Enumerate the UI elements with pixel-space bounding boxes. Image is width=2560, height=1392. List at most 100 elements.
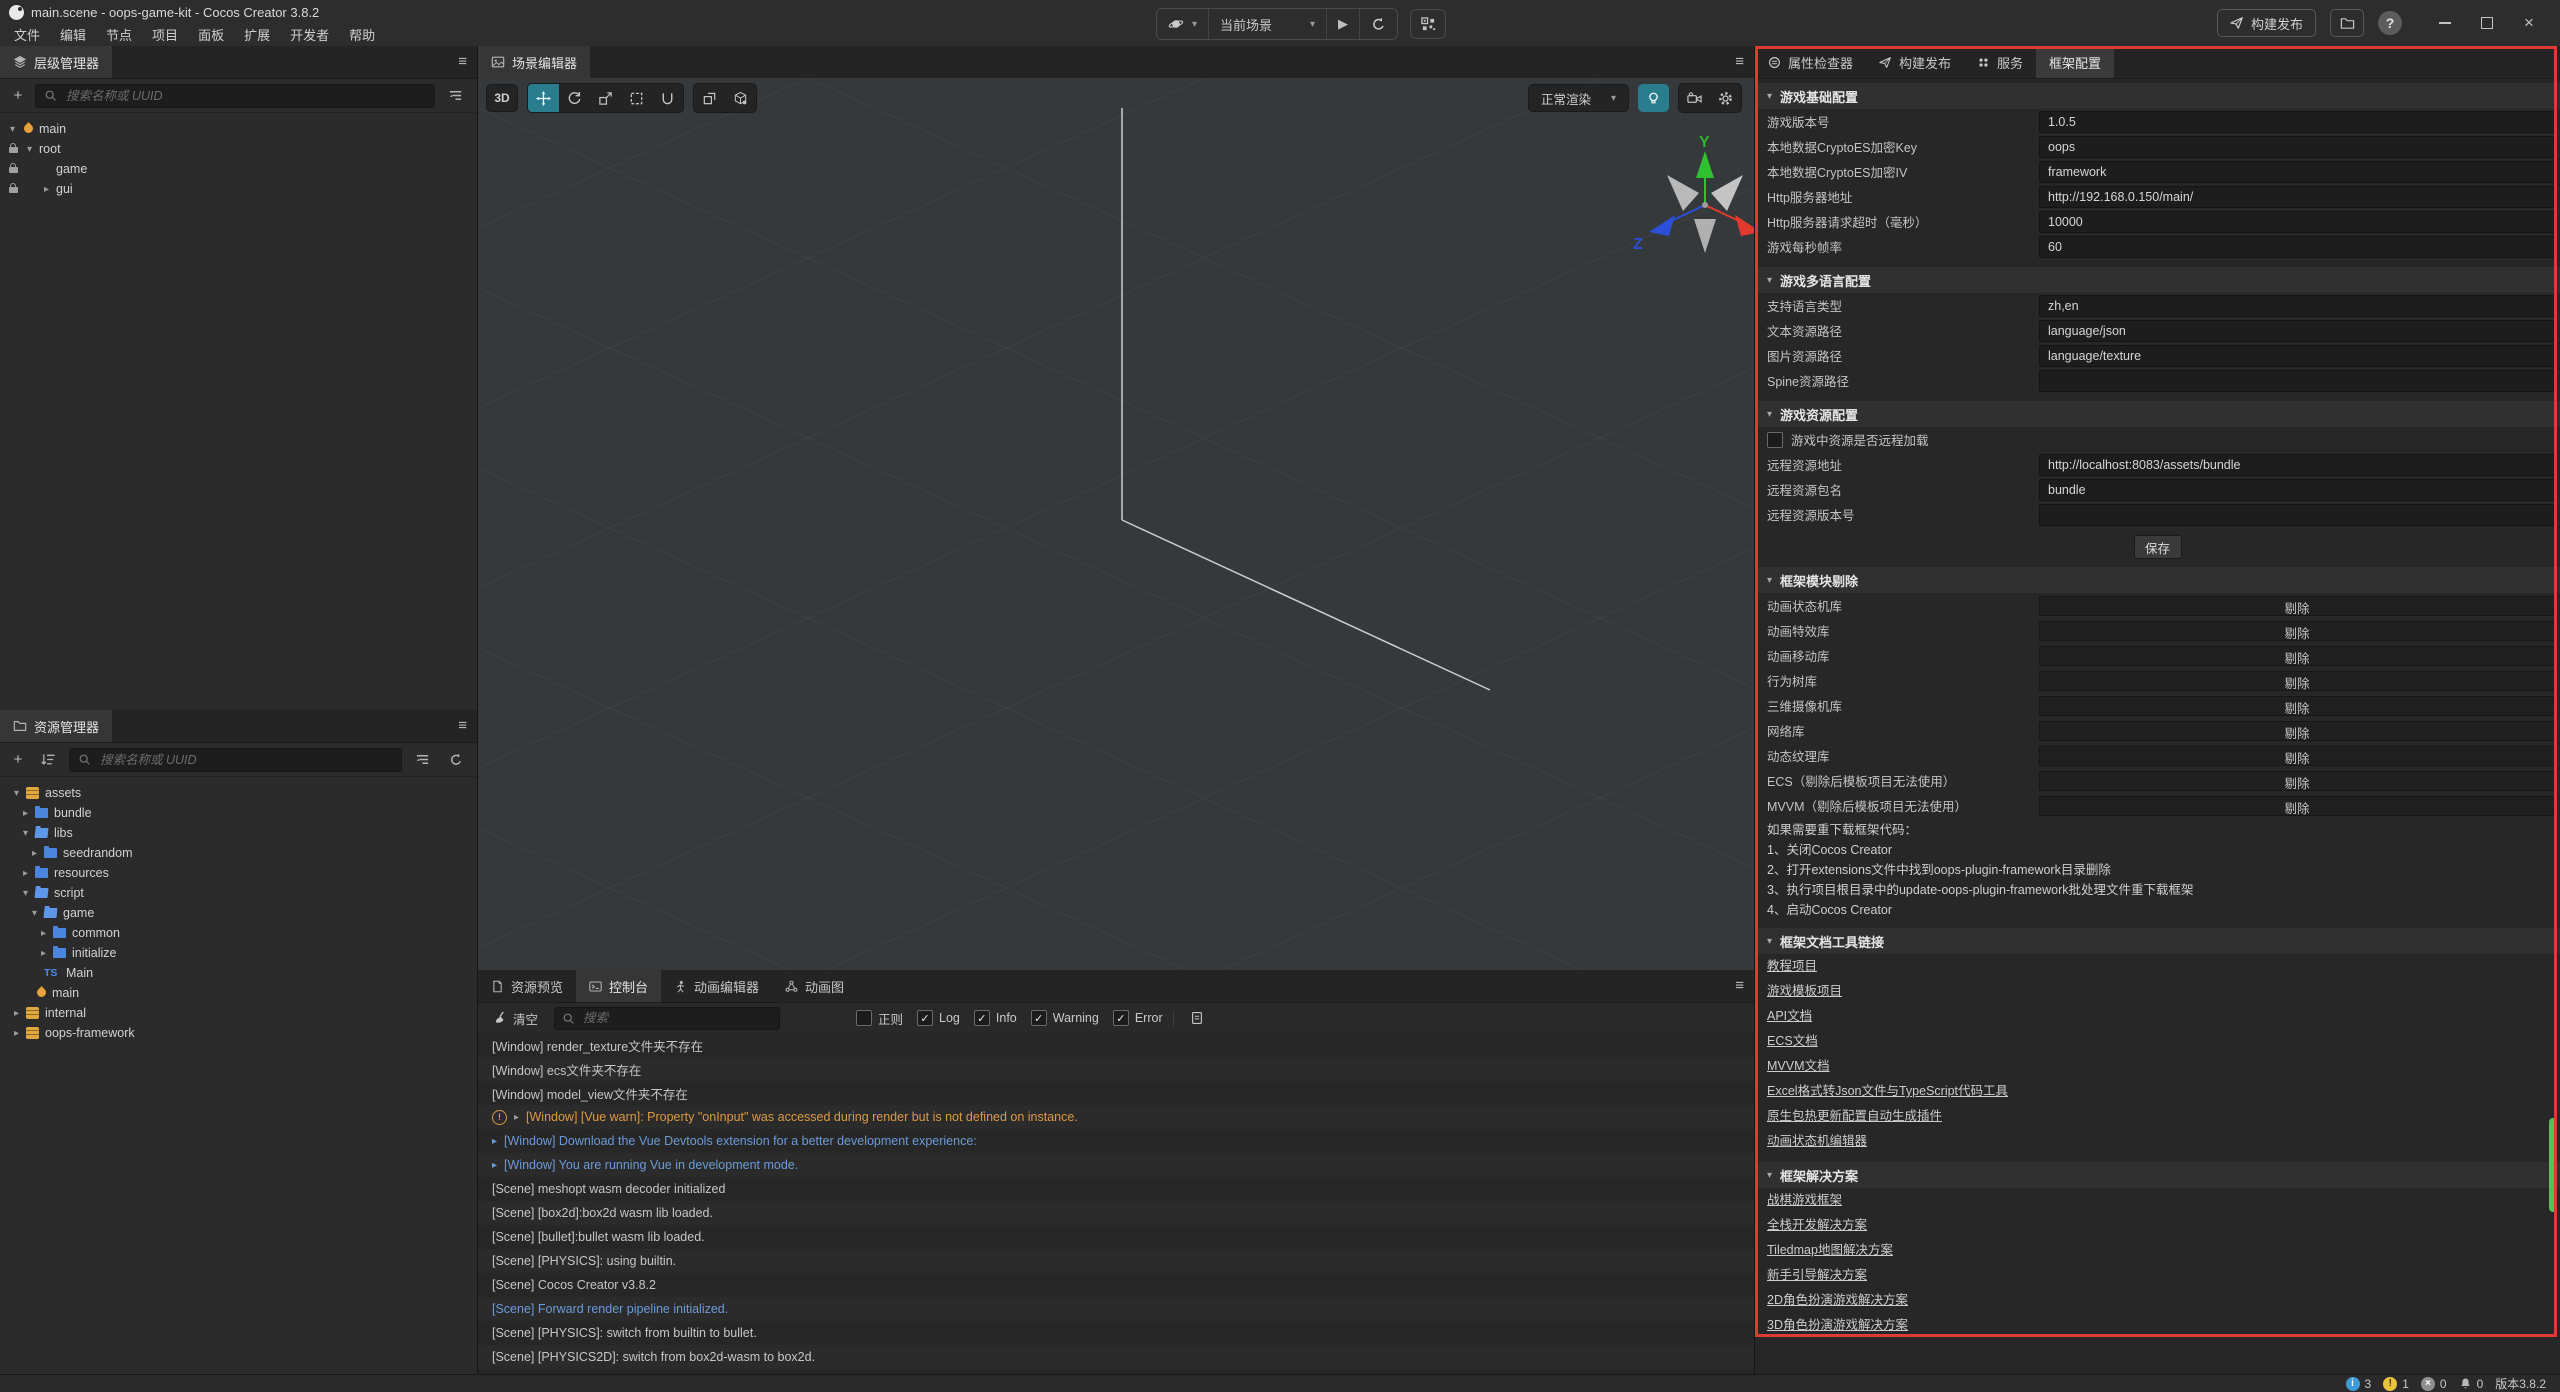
doc-link[interactable]: Tiledmap地图解决方案: [1767, 1238, 1893, 1263]
collapse-log-button[interactable]: [1184, 1010, 1210, 1026]
asset-tree-node[interactable]: main: [0, 983, 477, 1003]
open-project-folder-button[interactable]: [2330, 9, 2364, 37]
section-module-trim[interactable]: ▾ 框架模块剔除: [1755, 567, 2560, 593]
hierarchy-tree-node[interactable]: ▸gui: [0, 179, 477, 199]
delete-module-button[interactable]: 剔除: [2039, 596, 2555, 616]
delete-module-button[interactable]: 剔除: [2039, 671, 2555, 691]
scale-tool-button[interactable]: [590, 84, 621, 112]
maximize-button[interactable]: [2466, 7, 2508, 39]
checkbox-icon[interactable]: ✓: [1031, 1010, 1047, 1026]
checkbox-icon[interactable]: ✓: [974, 1010, 990, 1026]
tree-chevron-icon[interactable]: ▸: [23, 868, 35, 879]
tab-hierarchy[interactable]: 层级管理器: [0, 46, 112, 78]
info-count[interactable]: i 3: [2346, 1377, 2372, 1391]
create-node-button[interactable]: +: [8, 86, 28, 106]
doc-link[interactable]: API文档: [1767, 1004, 1812, 1029]
doc-link[interactable]: MVVM文档: [1767, 1054, 1830, 1079]
preview-qr-button[interactable]: [1410, 9, 1446, 39]
tab-service[interactable]: 服务: [1964, 46, 2036, 78]
asset-tree-node[interactable]: ▸internal: [0, 1003, 477, 1023]
preview-target-button[interactable]: ▾: [1157, 9, 1209, 39]
assets-filter-button[interactable]: [409, 751, 436, 768]
close-button[interactable]: ×: [2508, 7, 2550, 39]
console-log-line[interactable]: [Window] render_texture文件夹不存在: [478, 1033, 1754, 1057]
console-log-line[interactable]: [Scene] [PHYSICS]: switch from builtin t…: [478, 1321, 1754, 1345]
tree-chevron-icon[interactable]: ▾: [14, 788, 26, 799]
asset-tree-node[interactable]: TSMain: [0, 963, 477, 983]
console-search[interactable]: [554, 1007, 780, 1030]
hierarchy-menu-icon[interactable]: ≡: [458, 53, 467, 70]
hierarchy-filter-button[interactable]: [442, 87, 469, 104]
config-field-input[interactable]: [2039, 345, 2555, 367]
asset-tree-node[interactable]: ▾assets: [0, 783, 477, 803]
tab-animation-graph[interactable]: 动画图: [772, 970, 857, 1002]
config-field-input[interactable]: [2039, 186, 2555, 208]
menu-item[interactable]: 帮助: [339, 25, 385, 44]
tree-chevron-icon[interactable]: ▸: [14, 1028, 26, 1039]
hierarchy-search-input[interactable]: [64, 88, 426, 104]
tab-console[interactable]: 控制台: [576, 970, 661, 1002]
tab-framework-config[interactable]: 框架配置: [2036, 46, 2114, 78]
scene-select[interactable]: 当前场景 ▾: [1209, 9, 1327, 39]
config-field-input[interactable]: [2039, 136, 2555, 158]
console-log-line[interactable]: [Scene] Cocos Creator v3.8.2: [478, 1273, 1754, 1297]
assets-search[interactable]: [69, 748, 402, 772]
asset-tree-node[interactable]: ▾libs: [0, 823, 477, 843]
tree-chevron-icon[interactable]: ▸: [23, 808, 35, 819]
doc-link[interactable]: Excel格式转Json文件与TypeScript代码工具: [1767, 1079, 2008, 1104]
tree-chevron-icon[interactable]: ▾: [23, 888, 35, 899]
doc-link[interactable]: 游戏模板项目: [1767, 979, 1842, 1004]
remote-load-checkbox[interactable]: [1767, 432, 1783, 448]
tab-inspector[interactable]: 属性检查器: [1755, 46, 1866, 78]
config-field-input[interactable]: [2039, 236, 2555, 258]
doc-link[interactable]: 动画状态机编辑器: [1767, 1129, 1867, 1154]
doc-link[interactable]: 全栈开发解决方案: [1767, 1213, 1867, 1238]
restart-preview-button[interactable]: [1360, 9, 1397, 39]
scrollbar-thumb[interactable]: [2549, 1118, 2557, 1212]
tab-asset-preview[interactable]: 资源预览: [478, 970, 576, 1002]
hierarchy-search[interactable]: [35, 84, 435, 108]
console-filter-info[interactable]: ✓Info: [974, 1010, 1017, 1026]
asset-tree-node[interactable]: ▾script: [0, 883, 477, 903]
assets-menu-icon[interactable]: ≡: [458, 717, 467, 734]
pivot-button[interactable]: [725, 84, 756, 112]
error-count[interactable]: × 0: [2421, 1377, 2447, 1391]
tree-chevron-icon[interactable]: ▸: [14, 1008, 26, 1019]
tree-chevron-icon[interactable]: ▾: [32, 908, 44, 919]
scene-settings-button[interactable]: [1710, 84, 1741, 112]
doc-link[interactable]: 原生包热更新配置自动生成插件: [1767, 1104, 1942, 1129]
render-mode-select[interactable]: 正常渲染 ▾: [1528, 84, 1629, 112]
delete-module-button[interactable]: 剔除: [2039, 621, 2555, 641]
tree-chevron-icon[interactable]: ▸: [41, 948, 53, 959]
create-asset-button[interactable]: +: [8, 750, 28, 770]
asset-tree-node[interactable]: ▸common: [0, 923, 477, 943]
doc-link[interactable]: 新手引导解决方案: [1767, 1263, 1867, 1288]
section-resource-config[interactable]: ▾ 游戏资源配置: [1755, 401, 2560, 427]
console-log-line[interactable]: [Scene] meshopt wasm decoder initialized: [478, 1177, 1754, 1201]
minimize-button[interactable]: [2424, 7, 2466, 39]
menu-item[interactable]: 编辑: [50, 25, 96, 44]
menu-item[interactable]: 文件: [4, 25, 50, 44]
menu-item[interactable]: 扩展: [234, 25, 280, 44]
config-field-input[interactable]: [2039, 295, 2555, 317]
warning-count[interactable]: ! 1: [2383, 1377, 2409, 1391]
tree-chevron-icon[interactable]: ▾: [23, 828, 35, 839]
help-button[interactable]: ?: [2378, 11, 2402, 35]
rect-tool-button[interactable]: [621, 84, 652, 112]
console-log-line[interactable]: [Window] model_view文件夹不存在: [478, 1081, 1754, 1105]
delete-module-button[interactable]: 剔除: [2039, 746, 2555, 766]
move-tool-button[interactable]: [528, 84, 559, 112]
tab-animation-editor[interactable]: 动画编辑器: [661, 970, 772, 1002]
asset-tree-node[interactable]: ▸initialize: [0, 943, 477, 963]
save-button[interactable]: 保存: [2134, 535, 2182, 559]
notification-count[interactable]: 0: [2459, 1377, 2484, 1391]
toggle-3d-button[interactable]: 3D: [486, 84, 518, 112]
tree-chevron-icon[interactable]: ▸: [32, 848, 44, 859]
section-basic-config[interactable]: ▾ 游戏基础配置: [1755, 83, 2560, 109]
rotate-tool-button[interactable]: [559, 84, 590, 112]
expand-arrow-icon[interactable]: ▸: [492, 1136, 497, 1147]
asset-tree-node[interactable]: ▸oops-framework: [0, 1023, 477, 1043]
snap-button[interactable]: [694, 84, 725, 112]
console-log-line[interactable]: [Window] ecs文件夹不存在: [478, 1057, 1754, 1081]
tab-assets[interactable]: 资源管理器: [0, 710, 112, 742]
